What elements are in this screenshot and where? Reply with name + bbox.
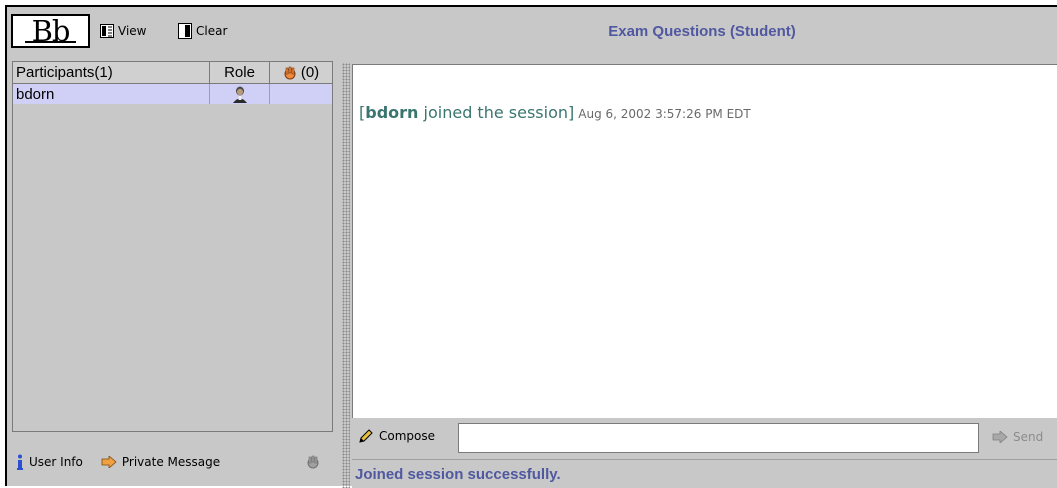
toolbar: Bb View Clear (7, 7, 347, 55)
blackboard-logo: Bb (11, 14, 90, 48)
participants-header: Participants(1) Role (0) (13, 62, 332, 84)
role-column-header[interactable]: Role (210, 62, 270, 84)
private-message-label: Private Message (121, 455, 221, 469)
hand-column-header[interactable]: (0) (270, 62, 332, 84)
arrow-right-icon (101, 456, 117, 468)
compose-button[interactable]: Compose (358, 428, 435, 444)
chat-message: [bdorn joined the session] Aug 6, 2002 3:… (359, 103, 751, 122)
status-bar: Joined session successfully. (352, 459, 1057, 488)
participants-panel: Participants(1) Role (0) bdorn (12, 61, 333, 432)
user-info-label: User Info (29, 455, 83, 469)
raised-hand-icon (284, 66, 296, 79)
compose-bar: Compose Send (352, 421, 1057, 455)
chat-message-text: joined the session] (418, 103, 575, 122)
private-message-button[interactable]: Private Message (101, 455, 220, 469)
pencil-icon (359, 429, 373, 443)
view-icon (100, 24, 114, 38)
student-avatar-icon (232, 86, 247, 103)
participants-column-header[interactable]: Participants(1) (13, 62, 210, 84)
chat-area: [bdorn joined the session] Aug 6, 2002 3:… (352, 64, 1057, 418)
participant-row[interactable]: bdorn (13, 84, 332, 104)
participant-name: bdorn (16, 85, 55, 103)
user-info-button[interactable]: User Info (16, 454, 83, 470)
status-text: Joined session successfully. (355, 465, 561, 483)
participant-role-cell (210, 84, 270, 104)
clear-icon (178, 23, 192, 39)
session-title: Exam Questions (Student) (608, 22, 796, 40)
participants-header-label: Participants(1) (16, 64, 113, 81)
chat-message-user: bdorn (365, 103, 419, 122)
participant-name-cell: bdorn (13, 84, 210, 104)
hand-count-label: (0) (300, 64, 320, 81)
send-label: Send (1013, 430, 1044, 444)
raise-hand-button[interactable] (306, 455, 325, 469)
send-arrow-icon (992, 431, 1008, 443)
view-button[interactable]: View (100, 21, 146, 41)
clear-button[interactable]: Clear (178, 21, 227, 41)
participant-actions: User Info Private Message (12, 447, 333, 477)
logo-underline (25, 41, 76, 43)
title-bar: Exam Questions (Student) (347, 7, 1057, 55)
view-label: View (118, 24, 147, 38)
role-header-label: Role (224, 64, 255, 81)
panel-splitter[interactable] (342, 63, 350, 488)
app-window: Bb View Clear Exam Questions (Student) P… (5, 5, 1057, 488)
clear-label: Clear (196, 24, 228, 38)
participant-hand-cell (270, 84, 332, 104)
compose-label: Compose (379, 429, 436, 443)
compose-input[interactable] (458, 423, 979, 453)
hand-icon (307, 455, 319, 469)
chat-message-timestamp: Aug 6, 2002 3:57:26 PM EDT (578, 107, 751, 121)
send-button[interactable]: Send (992, 430, 1043, 444)
info-icon (17, 454, 23, 470)
